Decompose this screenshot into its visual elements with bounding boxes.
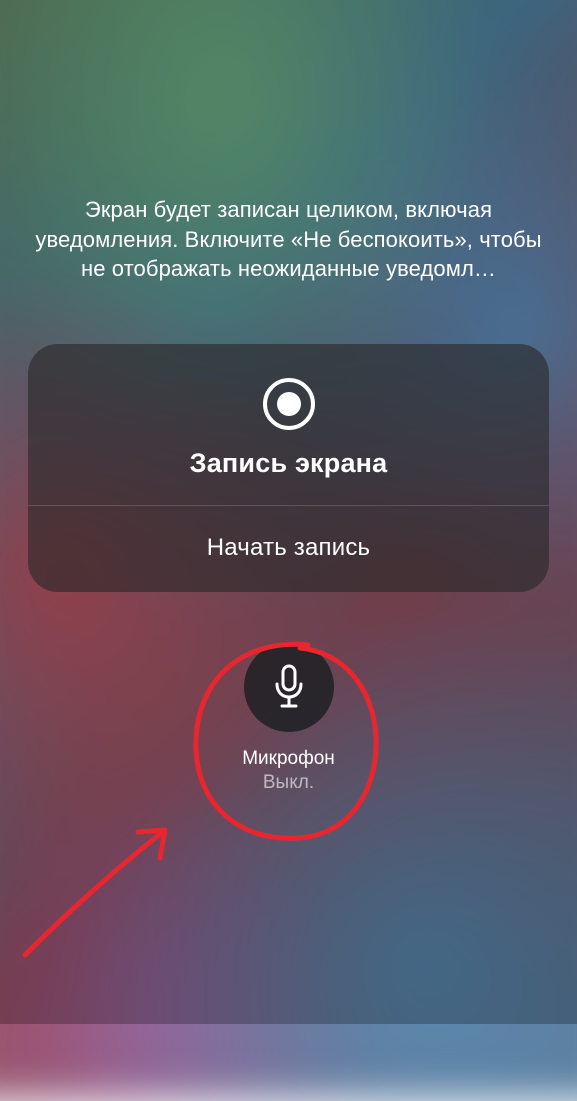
- microphone-label: Микрофон: [242, 748, 335, 770]
- microphone-section: Микрофон Выкл.: [242, 642, 335, 794]
- microphone-status: Выкл.: [263, 772, 314, 794]
- recording-header: Запись экрана: [28, 344, 549, 505]
- recording-control-panel: Запись экрана Начать запись: [28, 344, 549, 592]
- recording-description-text: Экран будет записан целиком, включая уве…: [28, 195, 549, 284]
- screen-recording-sheet: Экран будет записан целиком, включая уве…: [0, 0, 577, 1024]
- record-dot-icon: [277, 392, 301, 416]
- panel-title: Запись экрана: [190, 448, 388, 479]
- screen-record-icon: [263, 378, 315, 430]
- start-recording-button[interactable]: Начать запись: [28, 506, 549, 592]
- microphone-icon: [271, 664, 307, 710]
- start-recording-label: Начать запись: [207, 534, 371, 562]
- microphone-toggle-button[interactable]: [244, 642, 334, 732]
